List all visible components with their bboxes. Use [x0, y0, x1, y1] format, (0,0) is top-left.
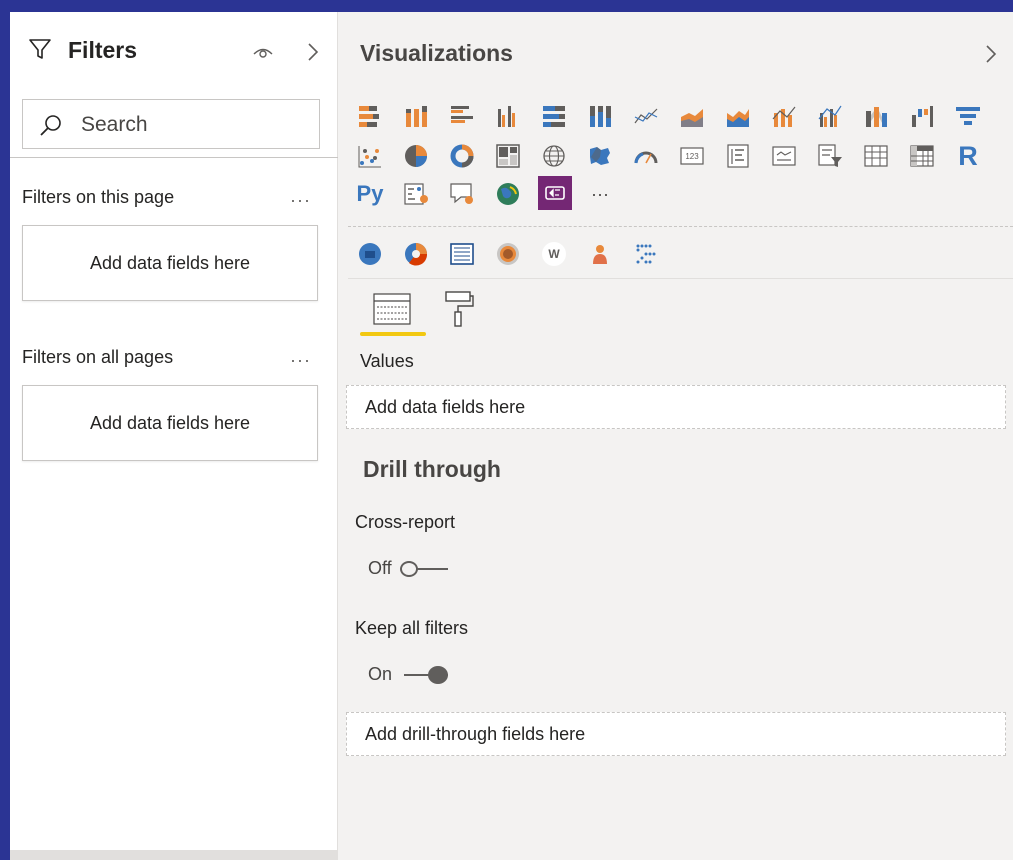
visuals-bottom-divider	[348, 278, 1013, 279]
map-icon[interactable]	[538, 140, 570, 172]
gauge-icon[interactable]	[630, 140, 662, 172]
key-influencers-icon[interactable]	[400, 178, 432, 210]
arcgis-map-icon[interactable]	[492, 178, 524, 210]
scatter-chart-icon[interactable]	[354, 140, 386, 172]
keep-all-filters-state: On	[368, 664, 393, 684]
r-visual-icon[interactable]: R	[952, 140, 984, 172]
eye-icon[interactable]	[252, 43, 274, 61]
svg-text:123: 123	[685, 152, 699, 161]
stacked-bar-chart-icon[interactable]	[354, 100, 386, 132]
paint-roller-icon[interactable]	[442, 290, 474, 328]
r-visual-label: R	[958, 140, 978, 171]
table-icon[interactable]	[860, 140, 892, 172]
custom-visual-dots-icon[interactable]	[630, 238, 662, 270]
100-stacked-column-chart-icon[interactable]	[584, 100, 616, 132]
values-drop-zone[interactable]: Add data fields here	[346, 385, 1006, 429]
search-box	[22, 99, 320, 149]
matrix-icon[interactable]	[906, 140, 938, 172]
custom-visual-blue-icon[interactable]	[354, 238, 386, 270]
visualizations-title: Visualizations	[360, 40, 513, 66]
custom-visual-orange-icon[interactable]	[400, 238, 432, 270]
python-visual-label: Py	[356, 181, 384, 206]
qa-icon[interactable]	[446, 178, 478, 210]
clustered-column-chart-icon[interactable]	[492, 100, 524, 132]
search-icon	[40, 115, 61, 136]
area-chart-icon[interactable]	[676, 100, 708, 132]
chevron-right-icon[interactable]	[304, 40, 322, 64]
search-input[interactable]	[81, 110, 301, 140]
chevron-right-icon[interactable]	[982, 42, 1000, 66]
keep-all-filters-label: Keep all filters	[355, 618, 469, 638]
toggle-switch-on[interactable]	[400, 665, 449, 685]
word-cloud-label: W	[542, 242, 566, 266]
horizontal-scrollbar[interactable]	[10, 850, 338, 860]
power-apps-icon[interactable]	[538, 176, 572, 210]
line-and-stacked-column-chart-icon[interactable]	[768, 100, 800, 132]
stacked-column-chart-icon[interactable]	[400, 100, 432, 132]
all-pages-more-button[interactable]: ···	[290, 350, 311, 371]
donut-chart-icon[interactable]	[446, 140, 478, 172]
kpi-icon[interactable]	[768, 140, 800, 172]
custom-visual-person-icon[interactable]	[584, 238, 616, 270]
line-chart-icon[interactable]	[630, 100, 662, 132]
active-tab-indicator	[360, 332, 426, 336]
line-and-clustered-column-chart-icon[interactable]	[814, 100, 846, 132]
toggle-switch-off[interactable]	[399, 559, 448, 579]
app-frame-left	[0, 0, 10, 860]
pie-chart-icon[interactable]	[400, 140, 432, 172]
divider	[10, 157, 338, 158]
cross-report-toggle[interactable]: Off	[368, 558, 448, 579]
card-icon[interactable]: 123	[676, 140, 708, 172]
more-visuals-icon[interactable]: ···	[584, 178, 616, 210]
custom-visual-ring-icon[interactable]	[492, 238, 524, 270]
filters-header: Filters	[10, 12, 338, 92]
filters-title: Filters	[68, 37, 138, 63]
filters-on-this-page-label: Filters on this page	[22, 187, 175, 207]
filled-map-icon[interactable]	[584, 140, 616, 172]
cross-report-label: Cross-report	[355, 512, 456, 532]
treemap-icon[interactable]	[492, 140, 524, 172]
this-page-more-button[interactable]: ···	[290, 190, 311, 211]
values-label: Values	[360, 351, 414, 371]
custom-visual-grid-icon[interactable]	[446, 238, 478, 270]
word-cloud-icon[interactable]: W	[538, 238, 570, 270]
filters-on-all-pages-label: Filters on all pages	[22, 347, 174, 367]
drill-through-heading: Drill through	[363, 456, 501, 482]
waterfall-chart-icon[interactable]	[906, 100, 938, 132]
slicer-icon[interactable]	[814, 140, 846, 172]
100-stacked-bar-chart-icon[interactable]	[538, 100, 570, 132]
visuals-divider	[348, 226, 1013, 227]
app-frame-top	[0, 0, 1013, 8]
funnel-icon	[29, 39, 51, 59]
all-pages-drop-zone[interactable]: Add data fields here	[22, 385, 318, 461]
python-visual-icon[interactable]: Py	[354, 178, 386, 210]
visualizations-pane: Visualizations 123 R Py ··· W Values Add…	[338, 12, 1013, 860]
fields-tab-icon[interactable]	[372, 292, 412, 328]
stacked-area-chart-icon[interactable]	[722, 100, 754, 132]
funnel-chart-icon[interactable]	[952, 100, 984, 132]
keep-all-filters-toggle[interactable]: On	[368, 664, 449, 685]
more-visuals-label: ···	[591, 183, 609, 204]
ribbon-chart-icon[interactable]	[860, 100, 892, 132]
this-page-drop-zone[interactable]: Add data fields here	[22, 225, 318, 301]
multi-row-card-icon[interactable]	[722, 140, 754, 172]
filters-pane: Filters Filters on this page ··· Add dat…	[10, 12, 338, 860]
cross-report-state: Off	[368, 558, 392, 578]
clustered-bar-chart-icon[interactable]	[446, 100, 478, 132]
drill-through-drop-zone[interactable]: Add drill-through fields here	[346, 712, 1006, 756]
